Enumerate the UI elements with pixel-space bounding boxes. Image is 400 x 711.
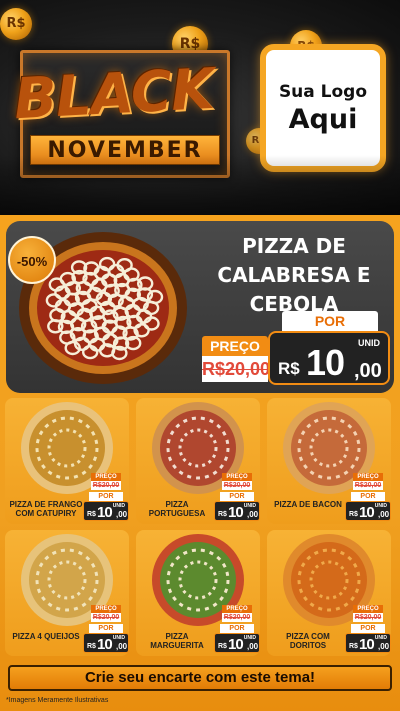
price-decimal: ,00 xyxy=(247,510,259,519)
preco-label: PREÇO xyxy=(353,473,383,481)
unit-label: UNID xyxy=(374,503,387,509)
price-decimal: ,00 xyxy=(378,510,390,519)
price-tag: UNID R$ 10 ,00 xyxy=(345,633,391,653)
black-november-title: BLACK xyxy=(12,56,216,133)
product-card: PIZZA 4 QUEIJOS PREÇO R$20,00 POR UNID R… xyxy=(5,530,129,656)
price-tag: UNID R$ 10 ,00 xyxy=(83,633,129,653)
product-name: PIZZA COM DORITOS xyxy=(286,632,330,650)
product-card: PIZZA COM DORITOS PREÇO R$20,00 POR UNID… xyxy=(267,530,391,656)
price-tag: UNID R$ 10 ,00 xyxy=(214,633,260,653)
price-integer: 10 xyxy=(359,504,375,521)
logo-placeholder[interactable]: Sua Logo Aqui xyxy=(260,44,386,172)
old-price: R$20,00 xyxy=(222,481,252,490)
product-name: PIZZA DE BACON xyxy=(274,500,342,509)
product-card: PIZZA PORTUGUESA PREÇO R$20,00 POR UNID … xyxy=(136,398,260,524)
price-integer: 10 xyxy=(97,636,113,653)
old-price: R$20,00 xyxy=(353,481,383,490)
november-banner: NOVEMBER xyxy=(30,135,220,165)
price-decimal: ,00 xyxy=(378,642,390,651)
product-card: PIZZA DE BACON PREÇO R$20,00 POR UNID R$… xyxy=(267,398,391,524)
price-decimal: ,00 xyxy=(116,642,128,651)
preco-label: PREÇO xyxy=(91,605,121,613)
price-integer: 10 xyxy=(306,342,345,383)
currency: R$ xyxy=(349,643,358,650)
preco-label: PREÇO xyxy=(91,473,121,481)
disclaimer: *Imagens Meramente Ilustrativas xyxy=(6,697,109,704)
old-price: R$20,00 xyxy=(353,613,383,622)
currency: R$ xyxy=(87,511,96,518)
unit-label: UNID xyxy=(243,635,256,641)
product-card: PIZZA MARGUERITA PREÇO R$20,00 POR UNID … xyxy=(136,530,260,656)
header: R$ R$ R$ R$ BLACK NOVEMBER Sua Logo Aqui xyxy=(0,0,400,215)
price-decimal: ,00 xyxy=(116,510,128,519)
por-label: POR xyxy=(351,492,385,501)
currency: R$ xyxy=(278,359,300,378)
unit-label: UNID xyxy=(243,503,256,509)
currency: R$ xyxy=(349,511,358,518)
currency: R$ xyxy=(218,511,227,518)
price-tag: UNID R$ 10 ,00 xyxy=(345,501,391,521)
flyer: R$ R$ R$ R$ BLACK NOVEMBER Sua Logo Aqui… xyxy=(0,0,400,711)
product-name: PIZZA 4 QUEIJOS xyxy=(12,632,80,641)
create-flyer-button[interactable]: Crie seu encarte com este tema! xyxy=(8,665,392,691)
unit-label: UNID xyxy=(374,635,387,641)
price-decimal: ,00 xyxy=(247,642,259,651)
price-integer: 10 xyxy=(97,504,113,521)
product-name: PIZZA MARGUERITA xyxy=(150,632,204,650)
preco-label: PREÇO xyxy=(353,605,383,613)
unit-label: UNID xyxy=(358,338,380,348)
logo-line-1: Sua Logo xyxy=(278,81,368,102)
old-price: R$20,00 xyxy=(91,481,121,490)
por-label: POR xyxy=(89,624,123,633)
product-name: PIZZA PORTUGUESA xyxy=(148,500,206,518)
product-name: PIZZA DE FRANGO COM CATUPIRY xyxy=(9,500,83,518)
price-decimal: ,00 xyxy=(354,360,382,382)
product-card: PIZZA DE FRANGO COM CATUPIRY PREÇO R$20,… xyxy=(5,398,129,524)
price-integer: 10 xyxy=(228,504,244,521)
currency: R$ xyxy=(218,643,227,650)
price-integer: 10 xyxy=(228,636,244,653)
currency: R$ xyxy=(87,643,96,650)
old-price: R$20,00 xyxy=(202,356,270,382)
preco-label: PREÇO xyxy=(222,605,252,613)
por-label: POR xyxy=(351,624,385,633)
price-tag: UNID R$ 10 ,00 xyxy=(214,501,260,521)
price-integer: 10 xyxy=(359,636,375,653)
discount-badge: -50% xyxy=(8,236,56,284)
preco-label: PREÇO xyxy=(222,473,252,481)
por-label: POR xyxy=(282,311,378,331)
por-label: POR xyxy=(89,492,123,501)
unit-label: UNID xyxy=(112,635,125,641)
old-price: R$20,00 xyxy=(222,613,252,622)
por-label: POR xyxy=(220,624,254,633)
featured-price-tag: UNID R$ 10 ,00 xyxy=(268,331,390,385)
price-tag: UNID R$ 10 ,00 xyxy=(83,501,129,521)
logo-line-2: Aqui xyxy=(288,103,358,135)
featured-product-name: PIZZA DE CALABRESA E CEBOLA xyxy=(217,234,371,316)
por-label: POR xyxy=(220,492,254,501)
coin-icon: R$ xyxy=(0,8,32,40)
unit-label: UNID xyxy=(112,503,125,509)
old-price: R$20,00 xyxy=(91,613,121,622)
preco-label: PREÇO xyxy=(202,336,268,356)
